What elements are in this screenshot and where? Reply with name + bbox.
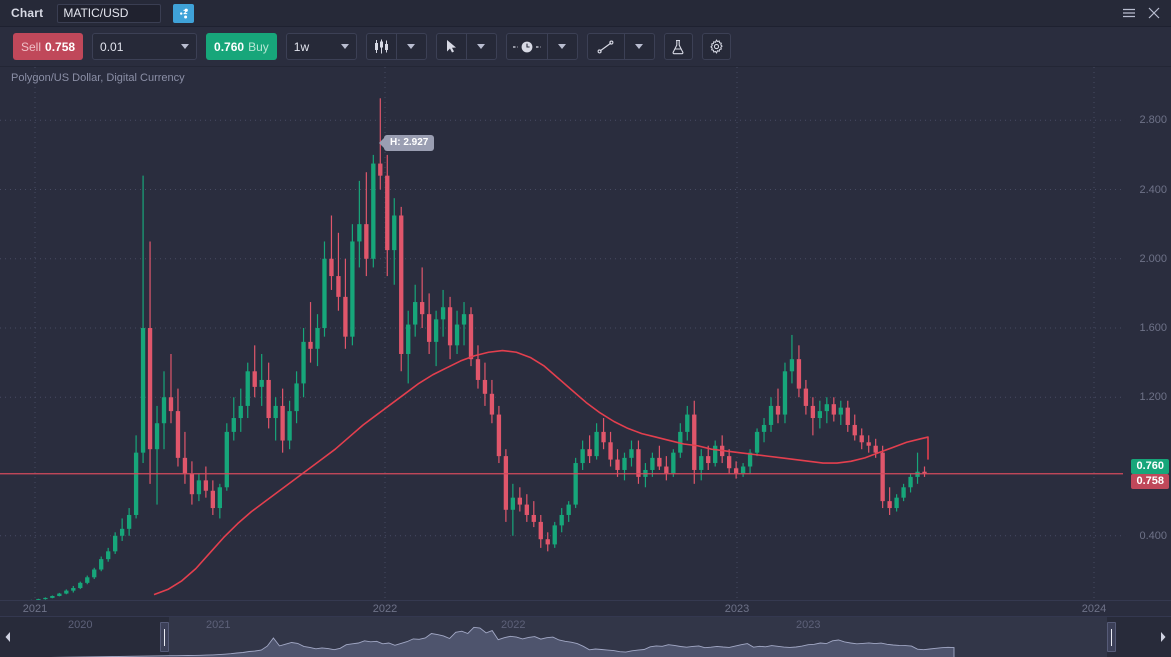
price-axis-label: 0.400 <box>1139 529 1167 542</box>
quantity-value: 0.01 <box>100 39 124 54</box>
bid-price-badge: 0.758 <box>1131 473 1169 489</box>
buy-label: Buy <box>248 39 269 54</box>
ask-price-badge: 0.760 <box>1131 458 1169 474</box>
chevron-down-icon <box>181 44 190 49</box>
drawing-dropdown-button[interactable] <box>625 34 654 59</box>
sell-button[interactable]: Sell 0.758 <box>13 33 84 60</box>
scroll-right-icon <box>1161 632 1166 642</box>
time-axis[interactable]: 2021 2022 2023 2024 <box>0 600 1171 616</box>
hamburger-menu-icon <box>1123 8 1135 18</box>
quantity-select[interactable]: 0.01 <box>92 33 198 60</box>
drawing-group <box>586 33 655 60</box>
flask-indicator-icon <box>672 39 684 54</box>
candlestick-icon <box>374 39 388 54</box>
navigator-year-label: 2023 <box>796 619 821 631</box>
buy-price: 0.760 <box>214 39 245 54</box>
sell-label: Sell <box>21 39 42 54</box>
navigator-viewport-window[interactable] <box>169 617 1107 657</box>
price-axis-label: 2.400 <box>1139 183 1167 196</box>
navigator-track[interactable]: 2020 2021 2022 2023 <box>16 617 1155 657</box>
chevron-down-icon <box>477 44 486 49</box>
time-axis-label: 2022 <box>372 603 398 615</box>
chart-type-dropdown-button[interactable] <box>397 34 426 59</box>
price-axis-label: 2.800 <box>1139 114 1167 127</box>
time-tool-dropdown-button[interactable] <box>548 34 577 59</box>
time-axis-label: 2021 <box>22 603 48 615</box>
navigator-year-label: 2022 <box>501 619 526 631</box>
scroll-right-button[interactable] <box>1155 617 1171 657</box>
price-chart <box>0 67 1123 613</box>
price-axis[interactable]: 2.800 2.400 2.000 1.600 1.200 0.400 0.760 0.758 <box>1123 67 1171 613</box>
timeframe-value: 1w <box>293 39 310 54</box>
time-axis-label: 2024 <box>1081 603 1107 615</box>
settings-button[interactable] <box>701 33 731 60</box>
price-axis-label: 2.000 <box>1139 252 1167 265</box>
compare-symbols-button[interactable] <box>173 3 195 23</box>
time-tool-group <box>505 33 578 60</box>
chart-type-button[interactable] <box>367 34 396 59</box>
trend-line-button[interactable] <box>588 34 624 59</box>
time-axis-label: 2023 <box>724 603 750 615</box>
chart-widget: Chart Sell <box>0 0 1171 657</box>
trading-toolbar: Sell 0.758 0.01 0.760 Buy 1w <box>0 27 1171 67</box>
buy-button[interactable]: 0.760 Buy <box>206 33 277 60</box>
chevron-down-icon <box>407 44 416 49</box>
gear-icon <box>710 39 723 54</box>
scroll-left-icon <box>5 632 10 642</box>
sell-price: 0.758 <box>45 39 76 54</box>
chevron-down-icon <box>558 44 567 49</box>
trend-line-icon <box>597 40 614 53</box>
navigator-left-handle[interactable] <box>160 622 169 652</box>
cursor-arrow-icon <box>446 40 456 53</box>
clock-icon <box>512 41 541 52</box>
navigator-year-label: 2020 <box>68 619 93 631</box>
cursor-button[interactable] <box>437 34 466 59</box>
title-bar: Chart <box>0 0 1171 27</box>
indicators-button[interactable] <box>663 33 693 60</box>
navigator-right-handle[interactable] <box>1107 622 1116 652</box>
scroll-left-button[interactable] <box>0 617 16 657</box>
time-tool-button[interactable] <box>507 34 547 59</box>
compare-symbols-icon <box>180 8 189 18</box>
cursor-dropdown-button[interactable] <box>467 34 496 59</box>
period-high-tooltip: H: 2.927 <box>378 135 435 151</box>
price-axis-label: 1.200 <box>1139 391 1167 404</box>
chart-type-group <box>365 33 427 60</box>
hamburger-menu-button[interactable] <box>1118 2 1140 24</box>
chart-navigator: 2020 2021 2022 2023 <box>0 616 1171 657</box>
price-axis-label: 1.600 <box>1139 322 1167 335</box>
close-button[interactable] <box>1143 2 1165 24</box>
chart-canvas[interactable]: Polygon/US Dollar, Digital Currency H: 2… <box>0 67 1171 613</box>
chevron-down-icon <box>635 44 644 49</box>
window-title: Chart <box>11 6 44 20</box>
close-icon <box>1148 7 1160 19</box>
navigator-year-label: 2021 <box>206 619 231 631</box>
symbol-input[interactable] <box>57 3 162 23</box>
window-controls <box>1118 2 1165 24</box>
timeframe-select[interactable]: 1w <box>285 33 357 60</box>
cursor-group <box>435 33 497 60</box>
chevron-down-icon <box>340 44 349 49</box>
